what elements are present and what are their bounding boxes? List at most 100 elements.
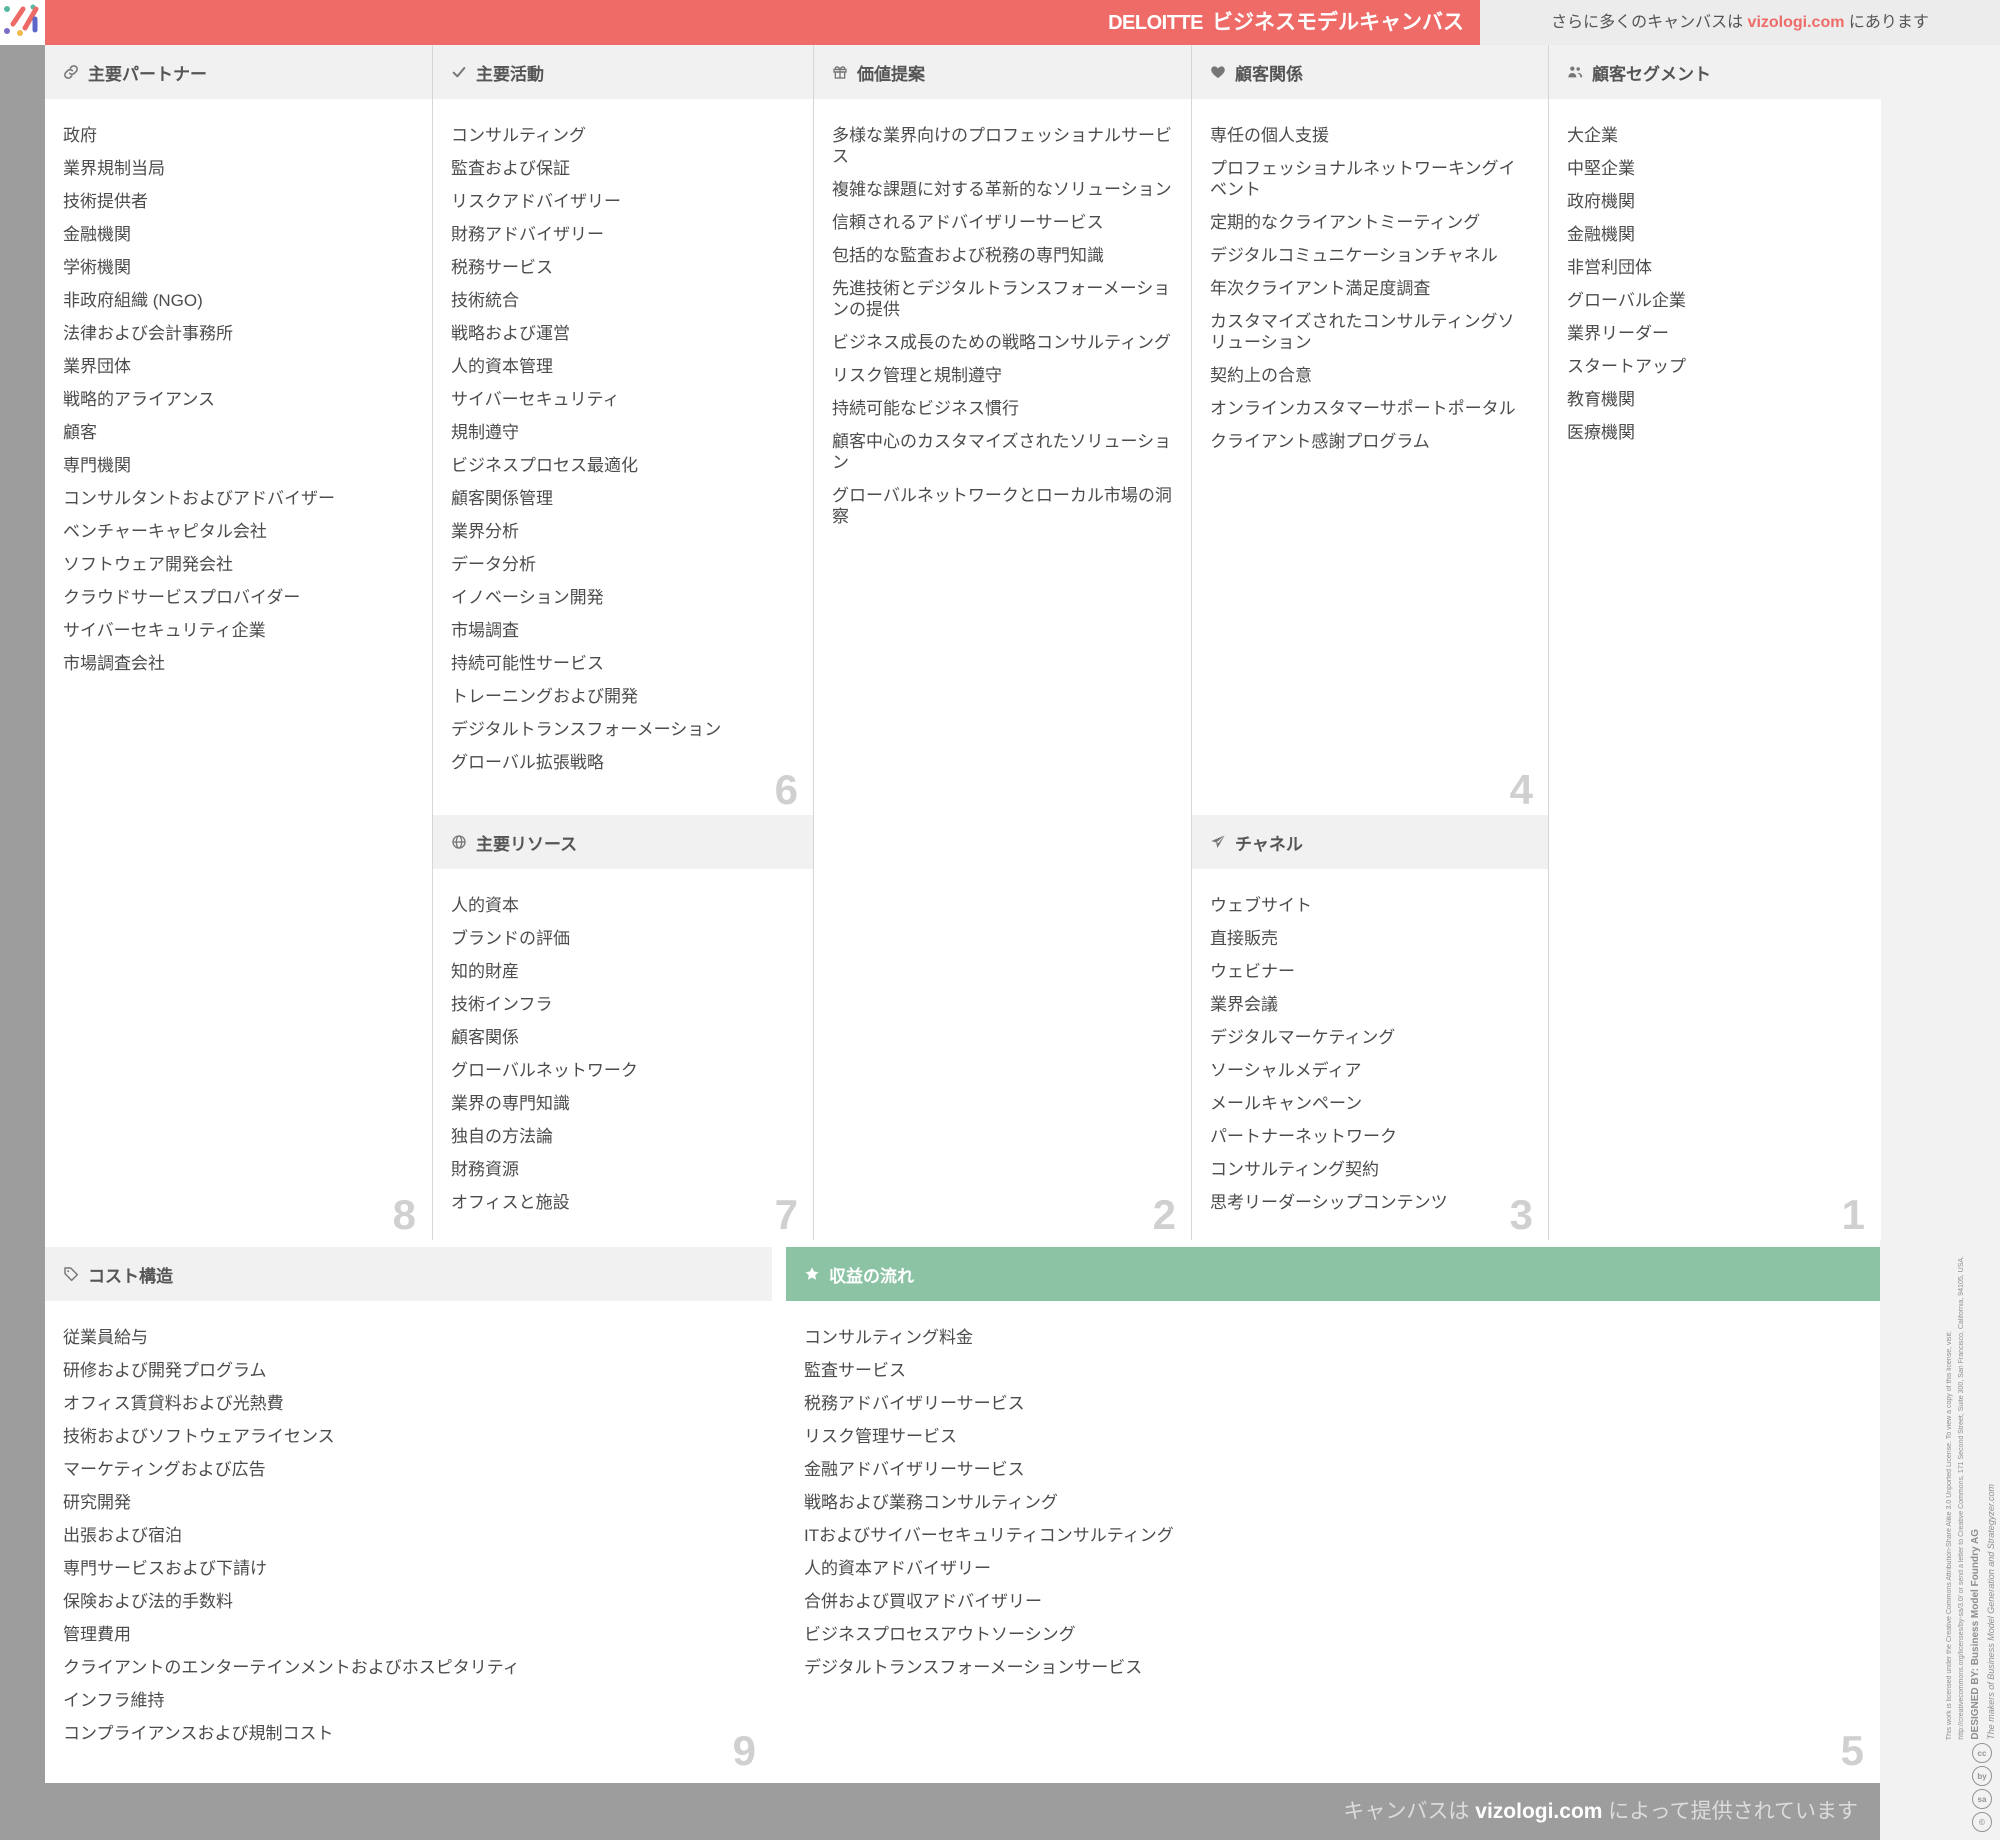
footer-bar: キャンバスは vizologi.com によって提供されています — [0, 1783, 1880, 1840]
more-canvases-text-after: にあります — [1848, 14, 1929, 31]
key-resources-list: 人的資本 ブランドの評価 知的財産 技術インフラ 顧客関係 グローバルネットワーク 業界の専… — [433, 869, 814, 1213]
list-item: 業界の専門知識 — [451, 1094, 570, 1113]
more-canvases-banner: さらに多くのキャンバスは vizologi.com にあります — [1480, 0, 2000, 45]
section-revenue-streams: 収益の流れ コンサルティング料金 監査サービス 税務アドバイザリーサービス リスク管理… — [786, 1247, 1880, 1776]
list-item: イノベーション開発 — [451, 588, 604, 607]
check-icon — [451, 64, 467, 80]
list-item: 持続可能性サービス — [451, 654, 604, 673]
list-item: ビジネス成長のための戦略コンサルティング — [832, 333, 1171, 352]
key-activities-label: 主要活動 — [476, 64, 544, 84]
list-item: ソーシャルメディア — [1210, 1061, 1362, 1080]
list-item: グローバル拡張戦略 — [451, 753, 604, 772]
section-number: 9 — [732, 1727, 756, 1774]
revenue-streams-header: 収益の流れ — [786, 1247, 1880, 1301]
list-item: 戦略的アライアンス — [63, 390, 215, 409]
list-item: 業界団体 — [63, 357, 131, 376]
link-icon — [63, 64, 79, 80]
list-item: 研究開発 — [63, 1493, 131, 1512]
list-item: 法律および会計事務所 — [63, 324, 233, 343]
channels-list: ウェブサイト 直接販売 ウェビナー 業界会議 デジタルマーケティング ソーシャルメディアメ… — [1192, 869, 1549, 1213]
list-item: コンサルティング料金 — [804, 1328, 973, 1347]
section-number: 4 — [1509, 766, 1533, 813]
list-item: 合併および買収アドバイザリー — [804, 1592, 1042, 1611]
list-item: 技術統合 — [451, 291, 519, 310]
list-item: 契約上の合意 — [1210, 366, 1312, 385]
list-item: ビジネスプロセス最適化 — [451, 456, 638, 475]
paper-plane-icon — [1210, 834, 1226, 850]
gift-icon — [832, 64, 848, 80]
list-item: ITおよびサイバーセキュリティコンサルティング — [804, 1526, 1174, 1545]
list-item: 市場調査 — [451, 621, 519, 640]
list-item: 金融アドバイザリーサービス — [804, 1460, 1025, 1479]
users-icon — [1567, 64, 1583, 80]
list-item: 政府 — [63, 126, 97, 145]
list-item: 年次クライアント満足度調査 — [1210, 279, 1431, 298]
list-item: リスク管理と規制遵守 — [832, 366, 1002, 385]
vizologi-link[interactable]: vizologi.com — [1748, 14, 1845, 31]
list-item: サイバーセキュリティ — [451, 390, 620, 409]
list-item: ソフトウェア開発会社 — [63, 555, 233, 574]
list-item: 戦略および運営 — [451, 324, 570, 343]
list-item: 顧客 — [63, 423, 97, 442]
list-item: パートナーネットワーク — [1210, 1127, 1397, 1146]
list-item: デジタルマーケティング — [1210, 1028, 1396, 1047]
list-item: 非営利団体 — [1567, 258, 1652, 277]
canvas-title: ビジネスモデルキャンバス — [1212, 11, 1464, 34]
customer-segments-list: 大企業 中堅企業 政府機関 金融機関 非営利団体 グローバル企業 業界リーダー スタートアップ… — [1549, 99, 1881, 443]
list-item: ウェブサイト — [1210, 896, 1312, 915]
list-item: 独自の方法論 — [451, 1127, 553, 1146]
attribution-vertical-text: This work is licensed under the Creative… — [1946, 1256, 1996, 1740]
list-item: 研修および開発プログラム — [63, 1361, 267, 1380]
footer-text-before: キャンバスは — [1343, 1800, 1470, 1823]
cc-sharealike-icon: sa — [1972, 1789, 1992, 1809]
list-item: ベンチャーキャピタル会社 — [63, 522, 267, 541]
customer-relationships-label: 顧客関係 — [1235, 64, 1303, 84]
page-title: DELOITTE ビジネスモデルキャンバス — [1108, 0, 1464, 45]
list-item: 人的資本 — [451, 896, 519, 915]
list-item: 人的資本アドバイザリー — [804, 1559, 991, 1578]
list-item: デジタルコミュニケーションチャネル — [1210, 246, 1498, 265]
list-item: オンラインカスタマーサポートポータル — [1210, 399, 1516, 418]
top-bar: DELOITTE ビジネスモデルキャンバス — [0, 0, 1480, 45]
section-customer-segments: 顧客セグメント 大企業 中堅企業 政府機関 金融機関 非営利団体 グローバル企業 業界リーダ… — [1548, 45, 1881, 1240]
list-item: 顧客中心のカスタマイズされたソリューション — [832, 432, 1172, 472]
section-cost-structure: コスト構造 従業員給与 研修および開発プログラム オフィス賃貸料および光熱費 技術およ… — [45, 1247, 772, 1776]
list-item: スタートアップ — [1567, 357, 1686, 376]
list-item: コンサルタントおよびアドバイザー — [63, 489, 335, 508]
list-item: ビジネスプロセスアウトソーシング — [804, 1625, 1076, 1644]
business-model-canvas-page: DELOITTE ビジネスモデルキャンバス さらに多くのキャンバスは vizolo… — [0, 0, 2000, 1840]
section-key-resources: 主要リソース 人的資本 ブランドの評価 知的財産 技術インフラ 顧客関係 グローバルネット… — [432, 815, 814, 1240]
list-item: 顧客関係 — [451, 1028, 519, 1047]
designed-by-text: DESIGNED BY: Business Model Foundry AG — [1970, 1529, 1981, 1740]
section-key-activities: 主要活動 コンサルティング 監査および保証 リスクアドバイザリー 財務アドバイザリー税… — [432, 45, 814, 815]
list-item: デジタルトランスフォーメーションサービス — [804, 1658, 1143, 1677]
list-item: 技術提供者 — [63, 192, 148, 211]
list-item: 専門サービスおよび下請け — [63, 1559, 267, 1578]
list-item: クライアントのエンターテインメントおよびホスピタリティ — [63, 1658, 520, 1677]
footer-text-after: によって提供されています — [1608, 1800, 1858, 1823]
section-number: 3 — [1509, 1191, 1533, 1238]
list-item: 非政府組織 (NGO) — [63, 291, 203, 310]
cost-structure-list: 従業員給与 研修および開発プログラム オフィス賃貸料および光熱費 技術およびソフトウェ… — [45, 1301, 772, 1744]
section-channels: チャネル ウェブサイト 直接販売 ウェビナー 業界会議 デジタルマーケティング ソーシャル… — [1191, 815, 1549, 1240]
star-icon — [804, 1266, 820, 1282]
list-item: 信頼されるアドバイザリーサービス — [832, 213, 1104, 232]
list-item: 出張および宿泊 — [63, 1526, 182, 1545]
customer-segments-header: 顧客セグメント — [1549, 45, 1881, 99]
cc-attribution-icon: by — [1972, 1766, 1992, 1786]
list-item: 財務資源 — [451, 1160, 519, 1179]
list-item: 顧客関係管理 — [451, 489, 553, 508]
list-item: 監査および保証 — [451, 159, 570, 178]
footer-vizologi-link[interactable]: vizologi.com — [1475, 1800, 1602, 1823]
list-item: 包括的な監査および税務の専門知識 — [832, 246, 1104, 265]
list-item: 中堅企業 — [1567, 159, 1635, 178]
channels-header: チャネル — [1192, 815, 1549, 869]
list-item: 医療機関 — [1567, 423, 1635, 442]
section-customer-relationships: 顧客関係 専任の個人支援 プロフェッショナルネットワーキングイベント 定期的なクライ… — [1191, 45, 1549, 815]
cc-copyright-icon: © — [1972, 1812, 1992, 1832]
list-item: 業界リーダー — [1567, 324, 1669, 343]
globe-icon — [451, 834, 467, 850]
list-item: 監査サービス — [804, 1361, 906, 1380]
list-item: 財務アドバイザリー — [451, 225, 604, 244]
list-item: コンサルティング — [451, 126, 586, 145]
